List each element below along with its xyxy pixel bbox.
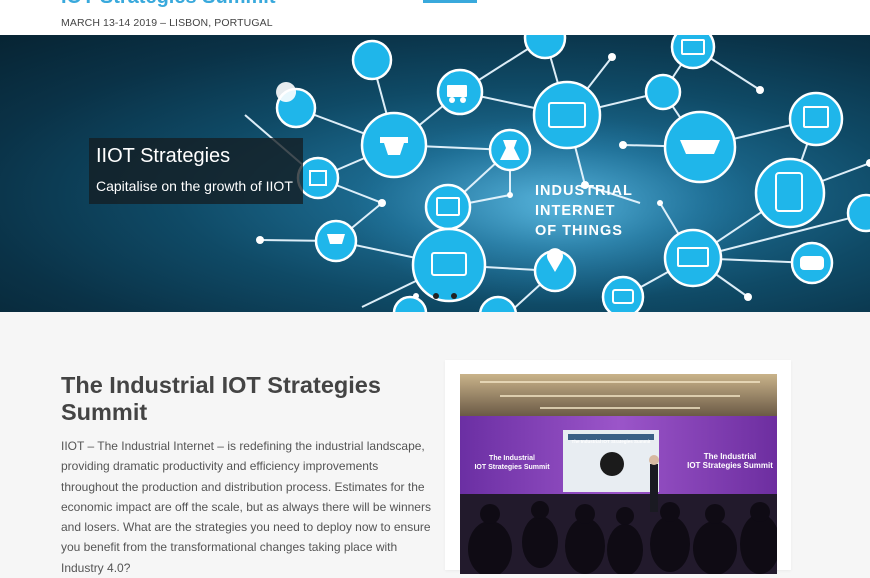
slide-subtitle: Capitalise on the growth of IIOT	[96, 178, 293, 194]
photo-card: The Industrial IOT Strategies Summit The…	[445, 360, 791, 574]
graphic-label-3: OF THINGS	[535, 223, 623, 239]
site-title-link[interactable]: IOT Strategies Summit	[61, 0, 276, 9]
conference-photo: The Industrial IOT Strategies Summit The…	[460, 374, 777, 574]
slide-title: IIOT Strategies	[96, 145, 231, 167]
site-header: IOT Strategies Summit MARCH 13-14 2019 –…	[0, 0, 870, 35]
slide-caption: IIOT Strategies Capitalise on the growth…	[89, 138, 303, 204]
active-nav-indicator	[423, 0, 477, 3]
summit-intro-text: IIOT – The Industrial Internet – is rede…	[61, 439, 431, 575]
summit-title: The Industrial IOT Strategies Summit	[61, 372, 381, 425]
graphic-label-2: INTERNET	[535, 203, 616, 219]
event-date-location: MARCH 13-14 2019 – LISBON, PORTUGAL	[61, 17, 273, 29]
slider-dot-2[interactable]	[433, 293, 439, 299]
slider-dot-3[interactable]	[451, 293, 457, 299]
screen-banner: The Industrial IOT Strategies Summit	[571, 439, 651, 444]
graphic-label-1: INDUSTRIAL	[535, 183, 633, 199]
slider-dot-1[interactable]	[413, 293, 419, 299]
hero-slider[interactable]: INDUSTRIAL INTERNET OF THINGS IIOT Strat…	[0, 35, 870, 312]
right-banner: The Industrial IOT Strategies Summit	[687, 452, 773, 470]
left-banner: The Industrial IOT Strategies Summit	[474, 455, 550, 471]
